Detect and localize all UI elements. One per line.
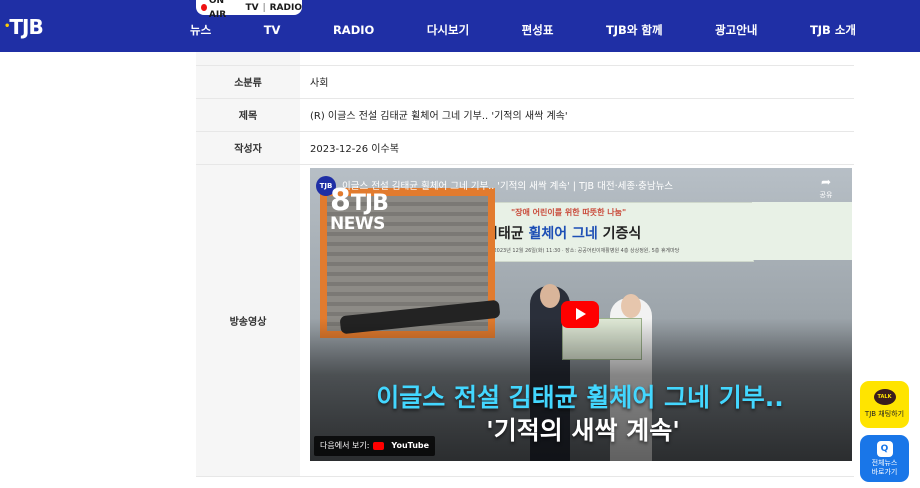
news-shortcut-icon: Q (876, 441, 893, 457)
onair-radio-link[interactable]: RADIO (270, 1, 302, 15)
table-label-cell (196, 52, 300, 66)
banner-info: 일시: 2023년 12월 26일(화) 11:30 · 장소: 공공어린이재활… (481, 247, 680, 254)
caption-line-1: 이글스 전설 김태균 휠체어 그네 기부.. (376, 382, 784, 412)
author-value: 2023-12-26 이수복 (300, 131, 854, 165)
nav-about[interactable]: TJB 소개 (798, 22, 868, 38)
nav-replay[interactable]: 다시보기 (415, 22, 481, 38)
kakao-chat-button[interactable]: TALK TJB 채팅하기 (860, 381, 909, 428)
person-head (621, 293, 641, 318)
table-row: 작성자 2023-12-26 이수복 (196, 131, 854, 165)
table-row: 소분류 사회 (196, 65, 854, 99)
news-logo-word: NEWS (330, 213, 385, 234)
top-navigation-bar: •TJB ON AIR TV | RADIO 뉴스 TV RADIO 다시보기 … (0, 0, 920, 52)
logo-text: TJB (9, 15, 43, 39)
all-news-label: 전체뉴스 바로가기 (871, 459, 898, 476)
all-news-button[interactable]: Q 전체뉴스 바로가기 (860, 435, 909, 482)
table-row: 제목 (R) 이글스 전설 김태균 휠체어 그네 기부.. '기적의 새싹 계속… (196, 98, 854, 132)
banner-title-highlight: 휠체어 그네 (528, 225, 598, 242)
kakao-chat-label: TJB 채팅하기 (864, 410, 905, 418)
onair-tab: ON AIR TV | RADIO (196, 0, 302, 20)
video-cell: "장애 어린이를 위한 따뜻한 나눔" 김태균 휠체어 그네 기증식 일시: 2… (300, 164, 854, 477)
banner-title-suffix: 기증식 (597, 225, 642, 242)
table-row (196, 52, 854, 66)
caption-line-2: '기적의 새싹 계속' (486, 415, 680, 445)
news-logo-number: 8 (330, 182, 351, 218)
onair-tv-link[interactable]: TV (245, 1, 258, 15)
nav-radio[interactable]: RADIO (321, 23, 386, 37)
share-button[interactable]: ➦ 공유 (816, 176, 836, 200)
subcategory-value: 사회 (300, 65, 854, 99)
news-logo-brand: TJB (350, 190, 389, 216)
article-info-table: 소분류 사회 제목 (R) 이글스 전설 김태균 휠체어 그네 기부.. '기적… (196, 52, 854, 477)
title-label: 제목 (196, 98, 300, 132)
nav-news[interactable]: 뉴스 (178, 22, 223, 38)
banner-subtitle: "장애 어린이를 위한 따뜻한 나눔" (511, 207, 627, 217)
onair-separator: | (262, 2, 266, 13)
play-icon (576, 308, 586, 320)
banner-title: 김태균 휠체어 그네 기증식 (485, 223, 641, 243)
play-button[interactable] (561, 300, 599, 328)
kakao-talk-icon: TALK (873, 389, 896, 405)
video-label: 방송영상 (196, 164, 300, 477)
ceremony-banner: "장애 어린이를 위한 따뜻한 나눔" 김태균 휠체어 그네 기증식 일시: 2… (470, 201, 754, 262)
main-nav: 뉴스 TV RADIO 다시보기 편성표 TJB와 함께 광고안내 TJB 소개 (178, 16, 868, 44)
youtube-icon (373, 441, 385, 450)
watch-on-label: 다음에서 보기: (320, 441, 370, 450)
person-head (540, 283, 560, 308)
youtube-label: YouTube (391, 441, 430, 450)
nav-tv[interactable]: TV (252, 23, 293, 37)
table-value-cell (300, 52, 854, 66)
title-value: (R) 이글스 전설 김태균 휠체어 그네 기부.. '기적의 새싹 계속' (300, 98, 854, 132)
table-row: 방송영상 "장애 어린이를 위한 따뜻한 나눔" 김태균 휠체어 그네 기증식 … (196, 164, 854, 477)
nav-with-tjb[interactable]: TJB와 함께 (594, 22, 675, 38)
video-player[interactable]: "장애 어린이를 위한 따뜻한 나눔" 김태균 휠체어 그네 기증식 일시: 2… (310, 167, 852, 461)
tjb-news-logo: 8TJB NEWS (330, 182, 389, 234)
author-label: 작성자 (196, 131, 300, 165)
watch-on-youtube-button[interactable]: 다음에서 보기: YouTube (314, 435, 436, 456)
tjb-logo[interactable]: •TJB (0, 14, 52, 40)
subcategory-label: 소분류 (196, 65, 300, 99)
share-label: 공유 (819, 190, 833, 199)
live-dot-icon (201, 4, 207, 11)
nav-advertising[interactable]: 광고안내 (703, 22, 769, 38)
nav-schedule[interactable]: 편성표 (510, 22, 566, 38)
share-icon: ➦ (820, 174, 832, 189)
banner-decoration (752, 201, 852, 260)
video-title[interactable]: 이글스 전설 김태균 휠체어 그네 기부.. '기적의 새싹 계속' | TJB… (342, 178, 802, 192)
